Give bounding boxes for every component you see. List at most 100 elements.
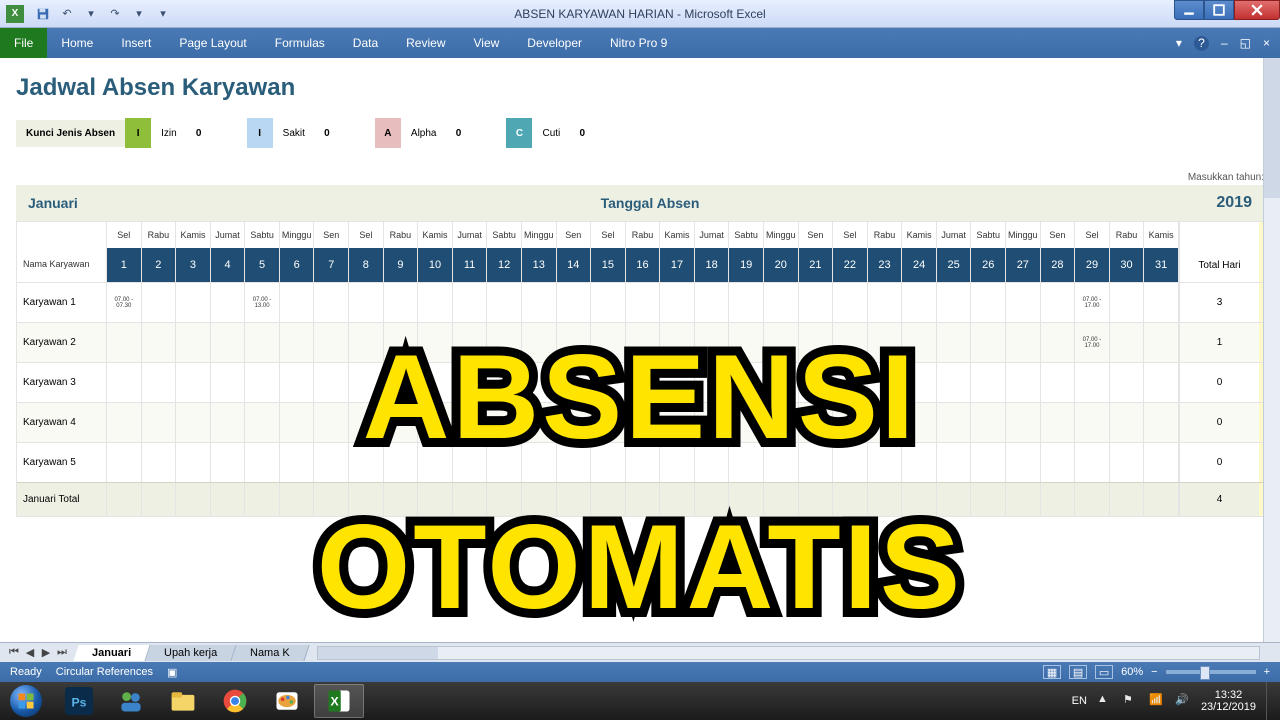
attendance-cell[interactable] [142, 443, 177, 482]
attendance-cell[interactable] [107, 403, 142, 442]
attendance-cell[interactable] [833, 283, 868, 322]
zoom-out-icon[interactable]: − [1151, 666, 1157, 678]
attendance-cell[interactable] [1144, 363, 1179, 402]
attendance-cell[interactable] [937, 283, 972, 322]
attendance-cell[interactable] [902, 323, 937, 362]
attendance-cell[interactable] [487, 283, 522, 322]
attendance-cell[interactable] [280, 283, 315, 322]
attendance-cell[interactable] [971, 363, 1006, 402]
attendance-cell[interactable] [384, 323, 419, 362]
attendance-cell[interactable] [280, 403, 315, 442]
attendance-cell[interactable] [245, 443, 280, 482]
attendance-cell[interactable] [349, 283, 384, 322]
attendance-cell[interactable] [591, 443, 626, 482]
attendance-cell[interactable] [764, 283, 799, 322]
tab-nav-prev-icon[interactable]: ◀ [22, 646, 38, 659]
attendance-cell[interactable] [971, 403, 1006, 442]
attendance-cell[interactable] [142, 363, 177, 402]
attendance-cell[interactable] [764, 403, 799, 442]
attendance-cell[interactable] [349, 443, 384, 482]
attendance-cell[interactable] [314, 283, 349, 322]
attendance-cell[interactable] [1110, 283, 1145, 322]
customize-icon[interactable]: ▾ [152, 4, 174, 24]
tab-file[interactable]: File [0, 28, 47, 58]
attendance-cell[interactable] [176, 443, 211, 482]
attendance-cell[interactable] [453, 403, 488, 442]
attendance-cell[interactable] [695, 283, 730, 322]
tray-flag-icon[interactable]: ⚑ [1123, 693, 1139, 709]
tab-nav-first-icon[interactable]: ⏮ [6, 646, 22, 659]
attendance-cell[interactable] [522, 283, 557, 322]
attendance-cell[interactable] [314, 363, 349, 402]
attendance-cell[interactable] [487, 363, 522, 402]
help-icon[interactable]: ? [1194, 36, 1209, 51]
attendance-cell[interactable] [349, 403, 384, 442]
tray-volume-icon[interactable]: 🔊 [1175, 693, 1191, 709]
tab-formulas[interactable]: Formulas [261, 28, 339, 58]
attendance-cell[interactable] [107, 323, 142, 362]
taskbar-paint-icon[interactable] [262, 684, 312, 718]
attendance-cell[interactable] [176, 323, 211, 362]
taskbar-explorer-icon[interactable] [158, 684, 208, 718]
ribbon-minimize-icon[interactable]: ▾ [1176, 36, 1182, 50]
close-button[interactable] [1234, 0, 1280, 20]
tab-nitro-pro-9[interactable]: Nitro Pro 9 [596, 28, 681, 58]
attendance-cell[interactable] [211, 443, 246, 482]
dropdown-icon[interactable]: ▾ [80, 4, 102, 24]
attendance-cell[interactable] [384, 363, 419, 402]
attendance-cell[interactable] [1006, 363, 1041, 402]
attendance-cell[interactable] [695, 323, 730, 362]
attendance-cell[interactable] [902, 443, 937, 482]
zoom-in-icon[interactable]: + [1264, 666, 1270, 678]
attendance-cell[interactable] [695, 363, 730, 402]
attendance-cell[interactable] [1041, 443, 1076, 482]
attendance-cell[interactable] [937, 403, 972, 442]
attendance-cell[interactable] [868, 283, 903, 322]
attendance-cell[interactable] [211, 403, 246, 442]
attendance-cell[interactable] [1041, 323, 1076, 362]
attendance-cell[interactable] [1006, 323, 1041, 362]
taskbar-people-icon[interactable] [106, 684, 156, 718]
attendance-cell[interactable] [729, 283, 764, 322]
attendance-cell[interactable] [1144, 283, 1179, 322]
attendance-cell[interactable] [729, 323, 764, 362]
attendance-cell[interactable] [418, 403, 453, 442]
attendance-cell[interactable] [902, 403, 937, 442]
attendance-cell[interactable] [937, 323, 972, 362]
attendance-cell[interactable] [695, 443, 730, 482]
attendance-cell[interactable] [245, 363, 280, 402]
attendance-cell[interactable] [142, 323, 177, 362]
attendance-cell[interactable] [211, 323, 246, 362]
attendance-cell[interactable] [1110, 363, 1145, 402]
attendance-cell[interactable] [418, 283, 453, 322]
attendance-cell[interactable] [626, 323, 661, 362]
show-desktop-button[interactable] [1266, 682, 1276, 720]
attendance-cell[interactable] [799, 323, 834, 362]
attendance-cell[interactable] [211, 283, 246, 322]
attendance-cell[interactable] [142, 403, 177, 442]
attendance-cell[interactable] [660, 443, 695, 482]
attendance-cell[interactable] [557, 363, 592, 402]
attendance-cell[interactable] [695, 403, 730, 442]
attendance-cell[interactable] [384, 283, 419, 322]
attendance-cell[interactable] [868, 443, 903, 482]
tab-view[interactable]: View [460, 28, 514, 58]
taskbar-clock[interactable]: 13:32 23/12/2019 [1201, 689, 1256, 713]
attendance-cell[interactable] [176, 403, 211, 442]
attendance-cell[interactable] [1110, 443, 1145, 482]
macro-record-icon[interactable]: ▣ [167, 666, 177, 679]
attendance-cell[interactable] [314, 443, 349, 482]
dropdown-icon[interactable]: ▾ [128, 4, 150, 24]
taskbar-photoshop-icon[interactable]: Ps [54, 684, 104, 718]
sheet-tab-upah[interactable]: Upah kerja [146, 645, 237, 661]
attendance-cell[interactable] [1075, 443, 1110, 482]
attendance-cell[interactable] [902, 283, 937, 322]
taskbar-chrome-icon[interactable] [210, 684, 260, 718]
workbook-minimize-icon[interactable]: – [1221, 36, 1228, 50]
attendance-cell[interactable] [487, 403, 522, 442]
attendance-cell[interactable] [314, 323, 349, 362]
redo-icon[interactable]: ↷ [104, 4, 126, 24]
attendance-cell[interactable] [1110, 403, 1145, 442]
attendance-cell[interactable] [799, 283, 834, 322]
attendance-cell[interactable] [211, 363, 246, 402]
